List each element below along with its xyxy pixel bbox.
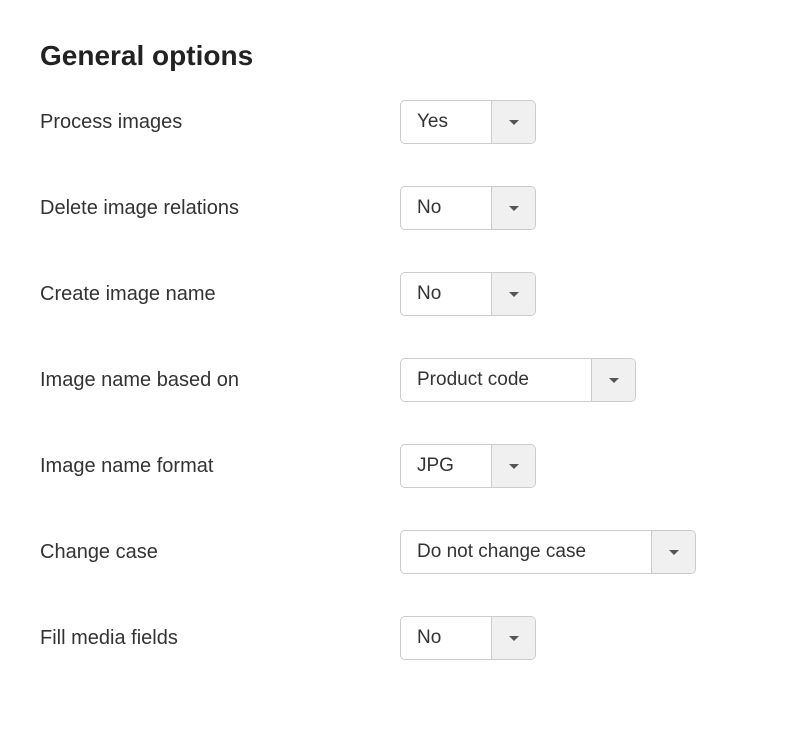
change-case-value: Do not change case [401, 531, 651, 573]
field-image-name-format: Image name format JPG [40, 444, 762, 488]
create-image-name-value: No [401, 273, 491, 315]
image-name-format-label: Image name format [40, 455, 400, 478]
chevron-down-icon [509, 636, 519, 641]
process-images-value: Yes [401, 101, 491, 143]
field-delete-image-relations: Delete image relations No [40, 186, 762, 230]
process-images-label: Process images [40, 111, 400, 134]
chevron-down-icon [509, 292, 519, 297]
chevron-down-icon [609, 378, 619, 383]
image-name-format-value: JPG [401, 445, 491, 487]
fill-media-fields-label: Fill media fields [40, 627, 400, 650]
image-name-based-on-label: Image name based on [40, 369, 400, 392]
field-process-images: Process images Yes [40, 100, 762, 144]
fill-media-fields-dropdown-button[interactable] [491, 617, 535, 659]
image-name-format-select[interactable]: JPG [400, 444, 536, 488]
delete-image-relations-select[interactable]: No [400, 186, 536, 230]
process-images-dropdown-button[interactable] [491, 101, 535, 143]
image-name-based-on-dropdown-button[interactable] [591, 359, 635, 401]
image-name-based-on-select[interactable]: Product code [400, 358, 636, 402]
change-case-label: Change case [40, 541, 400, 564]
chevron-down-icon [509, 464, 519, 469]
delete-image-relations-dropdown-button[interactable] [491, 187, 535, 229]
image-name-format-dropdown-button[interactable] [491, 445, 535, 487]
change-case-dropdown-button[interactable] [651, 531, 695, 573]
process-images-select[interactable]: Yes [400, 100, 536, 144]
create-image-name-label: Create image name [40, 283, 400, 306]
field-create-image-name: Create image name No [40, 272, 762, 316]
create-image-name-select[interactable]: No [400, 272, 536, 316]
field-fill-media-fields: Fill media fields No [40, 616, 762, 660]
chevron-down-icon [509, 206, 519, 211]
change-case-select[interactable]: Do not change case [400, 530, 696, 574]
delete-image-relations-value: No [401, 187, 491, 229]
fill-media-fields-select[interactable]: No [400, 616, 536, 660]
field-change-case: Change case Do not change case [40, 530, 762, 574]
chevron-down-icon [509, 120, 519, 125]
field-image-name-based-on: Image name based on Product code [40, 358, 762, 402]
create-image-name-dropdown-button[interactable] [491, 273, 535, 315]
image-name-based-on-value: Product code [401, 359, 591, 401]
section-heading: General options [40, 40, 762, 72]
fill-media-fields-value: No [401, 617, 491, 659]
chevron-down-icon [669, 550, 679, 555]
delete-image-relations-label: Delete image relations [40, 197, 400, 220]
